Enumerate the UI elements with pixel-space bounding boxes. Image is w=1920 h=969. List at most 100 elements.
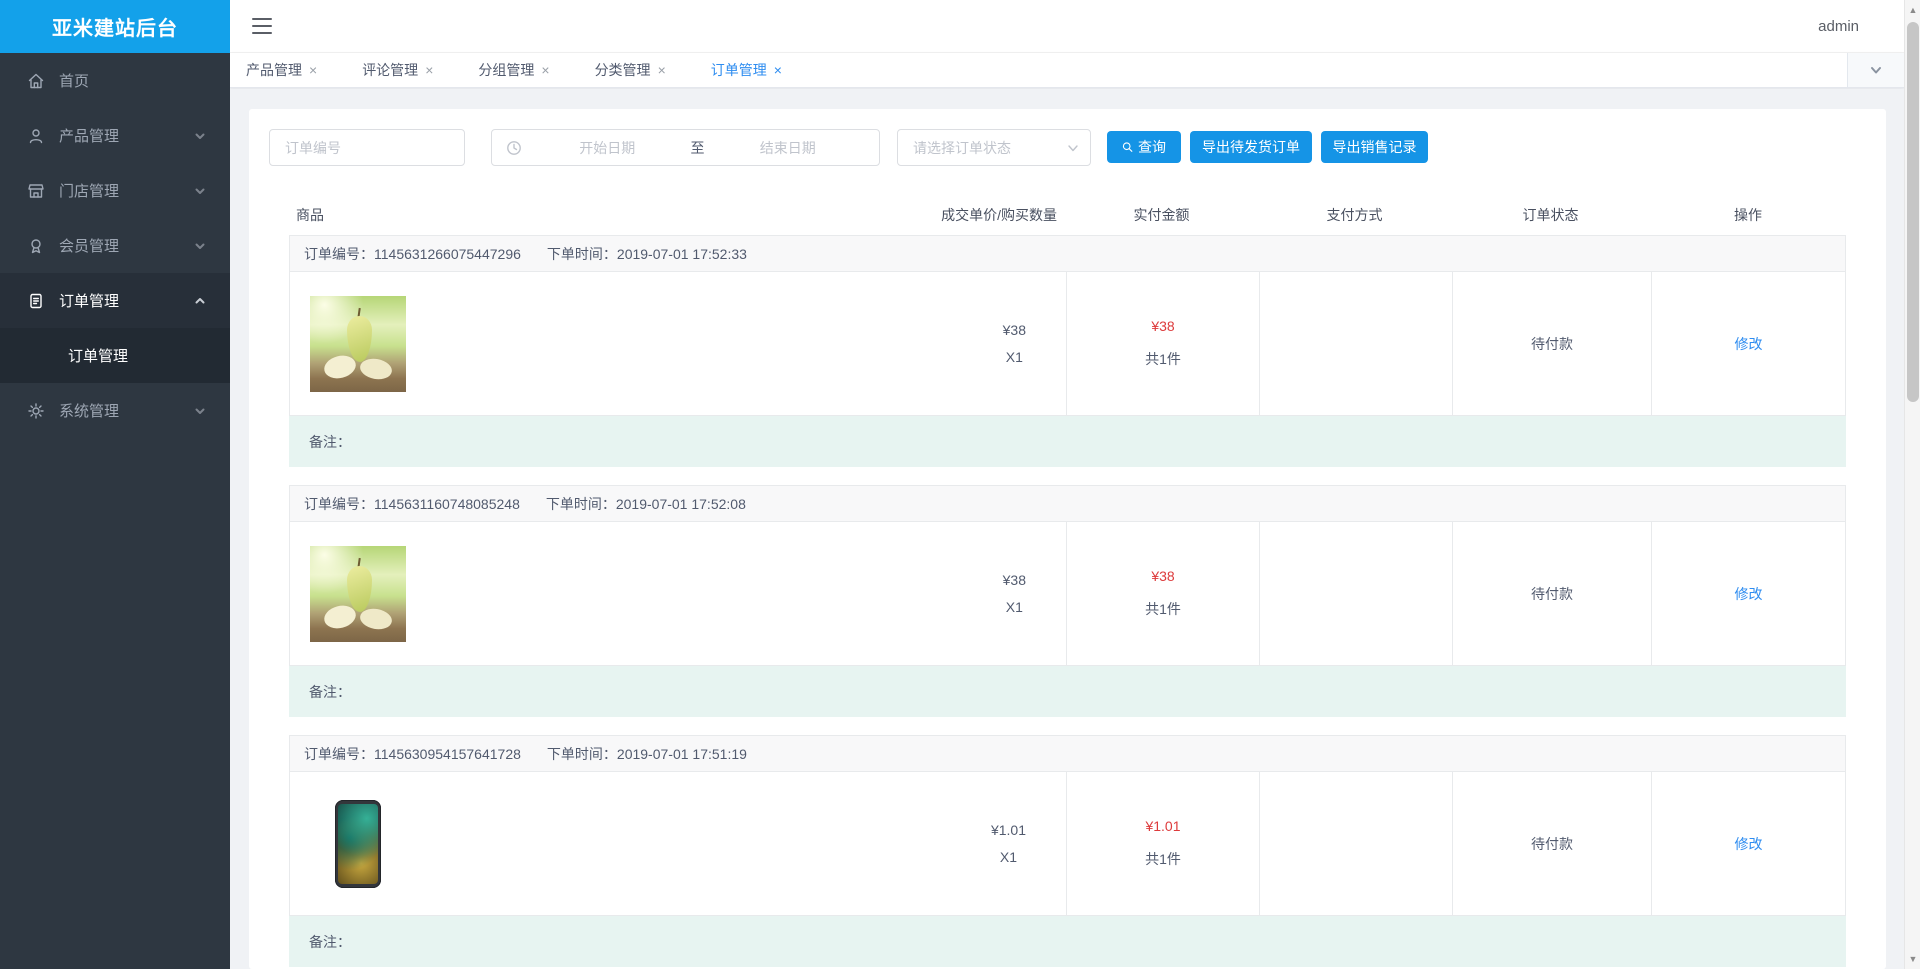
product-image-iphone[interactable] xyxy=(310,795,406,892)
sidebar-item-member-mgmt[interactable]: 会员管理 xyxy=(0,218,230,273)
home-icon xyxy=(27,72,45,90)
tab-order-mgmt[interactable]: 订单管理 × xyxy=(711,60,782,80)
search-icon xyxy=(1122,140,1133,154)
chevron-down-icon xyxy=(194,240,206,252)
order-time-label: 下单时间： xyxy=(545,495,616,512)
scrollbar[interactable]: ▲ ▼ xyxy=(1904,0,1920,969)
tab-bar: 产品管理 × 评论管理 × 分组管理 × 分类管理 × 订单管理 × xyxy=(230,53,1904,88)
order-no-label: 订单编号： xyxy=(304,745,374,762)
actions-cell: 修改 xyxy=(1651,272,1845,415)
scroll-up-icon[interactable]: ▲ xyxy=(1905,2,1920,18)
status-badge: 待付款 xyxy=(1531,835,1573,852)
tab-label: 产品管理 xyxy=(246,62,302,78)
sidebar-item-home[interactable]: 首页 xyxy=(0,53,230,108)
payment-method-cell xyxy=(1259,272,1452,415)
remark-label: 备注： xyxy=(309,683,351,700)
edit-order-link[interactable]: 修改 xyxy=(1735,334,1763,354)
remark-row: 备注： xyxy=(289,416,1846,467)
hamburger-menu-icon[interactable] xyxy=(252,18,272,34)
sidebar-item-order-mgmt[interactable]: 订单管理 xyxy=(0,273,230,328)
order-number: 1145631266075447296 xyxy=(374,245,521,262)
sidebar-item-label: 系统管理 xyxy=(59,403,120,420)
paid-amount: ¥38 xyxy=(1151,318,1175,334)
export-sales-records-button[interactable]: 导出销售记录 xyxy=(1321,131,1428,163)
table-header-row: 商品 成交单价/购买数量 实付金额 支付方式 订单状态 操作 xyxy=(289,195,1846,235)
tab-group-mgmt[interactable]: 分组管理 × xyxy=(478,60,549,80)
order-no-input[interactable] xyxy=(269,129,465,166)
close-icon[interactable]: × xyxy=(658,62,666,78)
tab-label: 订单管理 xyxy=(710,62,767,78)
export-pending-orders-button[interactable]: 导出待发货订单 xyxy=(1190,131,1312,163)
order-status-cell: 待付款 xyxy=(1452,522,1651,665)
order-status-cell: 待付款 xyxy=(1452,272,1651,415)
order-time-label: 下单时间： xyxy=(546,745,617,762)
order-number: 1145630954157641728 xyxy=(374,745,521,762)
sidebar-subitem-label: 订单管理 xyxy=(68,348,129,365)
scroll-down-icon[interactable]: ▼ xyxy=(1905,951,1920,967)
paid-amount-cell: ¥1.01 共1件 xyxy=(1066,772,1259,915)
order-time: 2019-07-01 17:51:19 xyxy=(616,745,747,762)
piece-count: 共1件 xyxy=(1145,601,1181,617)
user-icon xyxy=(27,127,45,145)
edit-order-link[interactable]: 修改 xyxy=(1735,834,1763,854)
edit-order-link[interactable]: 修改 xyxy=(1735,584,1763,604)
close-icon[interactable]: × xyxy=(309,62,317,78)
sidebar-item-product-mgmt[interactable]: 产品管理 xyxy=(0,108,230,163)
unit-price: ¥1.01 xyxy=(990,822,1026,838)
close-icon[interactable]: × xyxy=(425,62,433,78)
order-group: 订单编号： 1145631266075447296 下单时间： 2019-07-01… xyxy=(289,235,1846,467)
payment-method-cell xyxy=(1259,522,1452,665)
order-time: 2019-07-01 17:52:08 xyxy=(615,495,746,512)
order-time-label: 下单时间： xyxy=(546,245,617,262)
tab-comment-mgmt[interactable]: 评论管理 × xyxy=(362,60,433,80)
remark-row: 备注： xyxy=(289,916,1846,967)
export-pending-label: 导出待发货订单 xyxy=(1202,139,1300,155)
unit-price-qty-cell: ¥1.01 X1 xyxy=(991,823,1026,864)
tabs-dropdown-button[interactable] xyxy=(1847,53,1904,87)
app-logo: 亚米建站后台 xyxy=(0,0,230,53)
remark-label: 备注： xyxy=(309,933,351,950)
header-product: 商品 xyxy=(296,207,324,223)
sidebar-item-system-mgmt[interactable]: 系统管理 xyxy=(0,383,230,438)
clock-icon xyxy=(506,140,522,156)
close-icon[interactable]: × xyxy=(541,62,549,78)
tab-product-mgmt[interactable]: 产品管理 × xyxy=(246,60,317,80)
actions-cell: 修改 xyxy=(1651,522,1845,665)
gear-icon xyxy=(27,402,45,420)
chevron-up-icon xyxy=(194,295,206,307)
product-image-pear[interactable] xyxy=(310,295,406,392)
search-button[interactable]: 查询 xyxy=(1107,131,1181,163)
end-date-field[interactable]: 结束日期 xyxy=(711,138,866,158)
product-image-pear[interactable] xyxy=(310,545,406,642)
product-row: ¥38 X1 ¥38 共1件 待付款 修改 xyxy=(289,522,1846,666)
order-no-label: 订单编号： xyxy=(304,245,374,262)
tab-category-mgmt[interactable]: 分类管理 × xyxy=(595,60,666,80)
close-icon[interactable]: × xyxy=(774,62,782,78)
product-row: ¥38 X1 ¥38 共1件 待付款 修改 xyxy=(289,272,1846,416)
remark-row: 备注： xyxy=(289,666,1846,717)
start-date-field[interactable]: 开始日期 xyxy=(530,138,685,158)
member-badge-icon xyxy=(27,237,45,255)
sidebar-subitem-order-mgmt[interactable]: 订单管理 xyxy=(0,328,230,383)
quantity: X1 xyxy=(1005,349,1023,365)
order-header-row: 订单编号： 1145630954157641728 下单时间： 2019-07-01… xyxy=(289,735,1846,772)
user-menu[interactable]: admin xyxy=(1818,18,1859,35)
paid-amount: ¥1.01 xyxy=(1145,818,1181,834)
order-time: 2019-07-01 17:52:33 xyxy=(616,245,747,262)
chevron-down-icon xyxy=(1066,141,1080,155)
order-group: 订单编号： 1145631160748085248 下单时间： 2019-07-01… xyxy=(289,485,1846,717)
scrollbar-thumb[interactable] xyxy=(1907,22,1919,402)
tab-label: 评论管理 xyxy=(362,62,419,78)
status-badge: 待付款 xyxy=(1531,585,1573,602)
sidebar-item-store-mgmt[interactable]: 门店管理 xyxy=(0,163,230,218)
date-range-picker[interactable]: 开始日期 至 结束日期 xyxy=(491,129,880,166)
order-status-cell: 待付款 xyxy=(1452,772,1651,915)
top-navbar: admin xyxy=(230,0,1904,53)
order-status-select[interactable]: 请选择订单状态 xyxy=(897,129,1091,166)
paid-amount-cell: ¥38 共1件 xyxy=(1066,522,1259,665)
chevron-down-icon xyxy=(1871,67,1881,74)
header-paid-amount: 实付金额 xyxy=(1133,207,1190,223)
order-management-card: 开始日期 至 结束日期 请选择订单状态 查询 xyxy=(249,109,1886,969)
status-badge: 待付款 xyxy=(1531,335,1573,352)
unit-price: ¥38 xyxy=(1002,572,1026,588)
